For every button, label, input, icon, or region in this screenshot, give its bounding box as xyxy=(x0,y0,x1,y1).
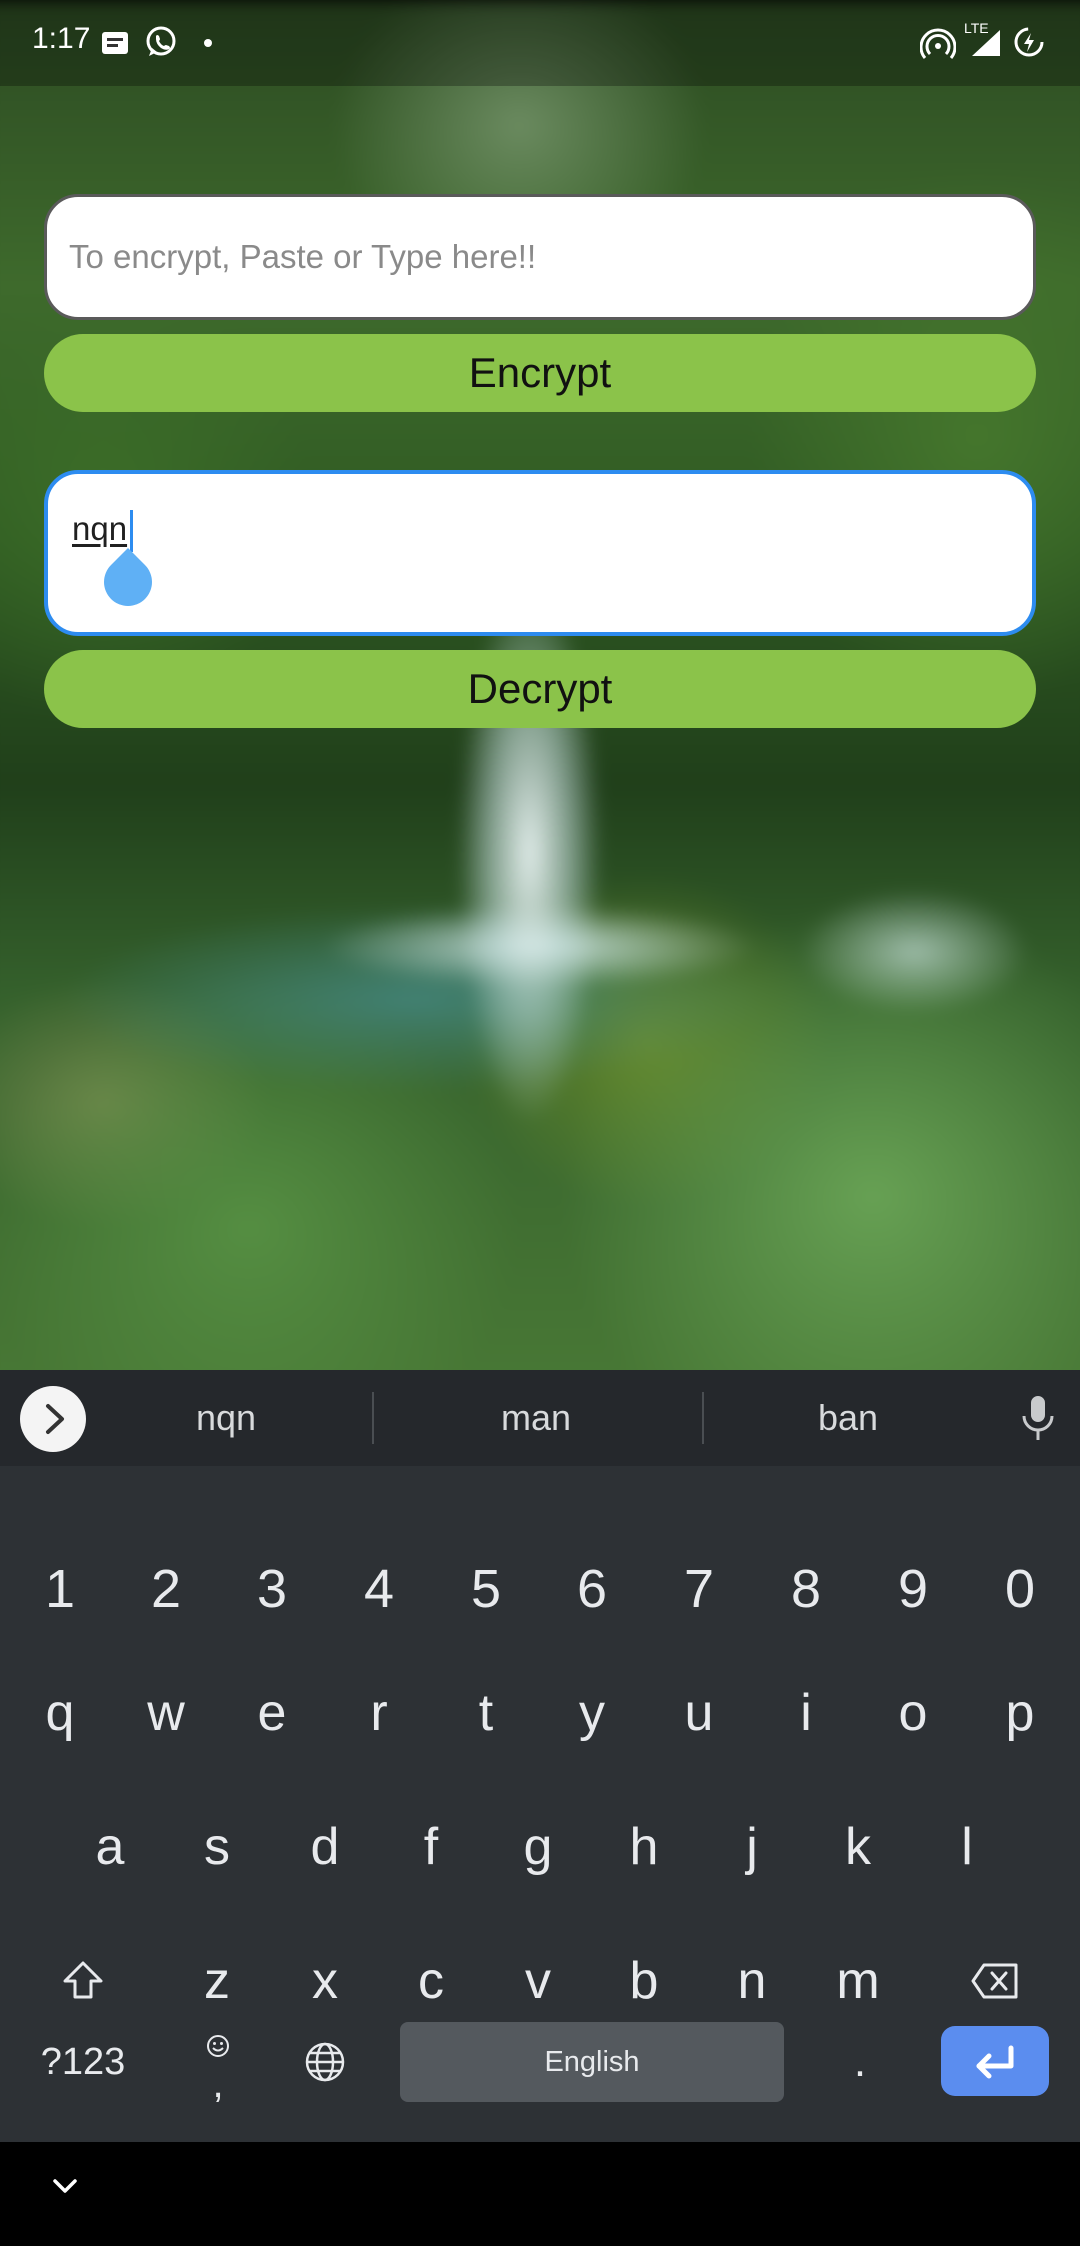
key-0[interactable]: 0 xyxy=(966,1534,1074,1644)
dot-icon xyxy=(202,36,214,54)
key-d[interactable]: d xyxy=(271,1792,379,1902)
backspace-icon xyxy=(971,1963,1018,1999)
text-cursor xyxy=(130,510,133,552)
key-t[interactable]: t xyxy=(432,1658,540,1768)
microphone-icon[interactable] xyxy=(1020,1394,1056,1447)
symbols-key[interactable]: ?123 xyxy=(20,2007,146,2117)
key-s[interactable]: s xyxy=(163,1792,271,1902)
soft-keyboard: nqn man ban 1 2 3 4 5 6 7 8 9 0 q w e r … xyxy=(0,1370,1080,2142)
suggestion-3[interactable]: ban xyxy=(698,1370,998,1466)
suggestion-divider xyxy=(372,1392,374,1444)
globe-icon xyxy=(305,2042,345,2082)
key-h[interactable]: h xyxy=(590,1792,698,1902)
key-5[interactable]: 5 xyxy=(432,1534,540,1644)
suggestion-1[interactable]: nqn xyxy=(76,1370,376,1466)
hide-keyboard-icon[interactable] xyxy=(50,2176,80,2201)
key-w[interactable]: w xyxy=(112,1658,220,1768)
key-a[interactable]: a xyxy=(56,1792,164,1902)
key-e[interactable]: e xyxy=(218,1658,326,1768)
space-key[interactable]: English xyxy=(400,2022,784,2102)
key-3[interactable]: 3 xyxy=(218,1534,326,1644)
encrypt-input[interactable] xyxy=(69,197,1009,317)
comma-label: , xyxy=(212,2062,224,2106)
encrypt-input-field[interactable] xyxy=(44,194,1036,320)
message-icon xyxy=(100,28,130,63)
key-k[interactable]: k xyxy=(804,1792,912,1902)
backspace-key[interactable] xyxy=(940,1926,1050,2036)
key-j[interactable]: j xyxy=(698,1792,806,1902)
hotspot-icon xyxy=(919,26,957,67)
encrypt-button[interactable]: Encrypt xyxy=(44,334,1036,412)
emoji-comma-key[interactable]: , xyxy=(178,2007,258,2117)
key-r[interactable]: r xyxy=(325,1658,433,1768)
key-c[interactable]: c xyxy=(377,1926,485,2036)
status-bar: 1:17 LTE xyxy=(0,0,1080,86)
language-key[interactable] xyxy=(280,2007,370,2117)
key-i[interactable]: i xyxy=(752,1658,860,1768)
decrypt-input-value[interactable]: nqn xyxy=(72,510,127,548)
whatsapp-icon xyxy=(144,25,178,64)
key-g[interactable]: g xyxy=(484,1792,592,1902)
key-2[interactable]: 2 xyxy=(112,1534,220,1644)
key-7[interactable]: 7 xyxy=(645,1534,753,1644)
key-y[interactable]: y xyxy=(538,1658,646,1768)
key-p[interactable]: p xyxy=(966,1658,1074,1768)
suggestion-2[interactable]: man xyxy=(386,1370,686,1466)
key-1[interactable]: 1 xyxy=(6,1534,114,1644)
key-l[interactable]: l xyxy=(913,1792,1021,1902)
decrypt-input-field[interactable]: nqn xyxy=(44,470,1036,636)
key-8[interactable]: 8 xyxy=(752,1534,860,1644)
key-n[interactable]: n xyxy=(698,1926,806,2036)
key-9[interactable]: 9 xyxy=(859,1534,967,1644)
suggestion-strip: nqn man ban xyxy=(0,1370,1080,1466)
key-q[interactable]: q xyxy=(6,1658,114,1768)
key-o[interactable]: o xyxy=(859,1658,967,1768)
enter-icon xyxy=(976,2045,1014,2079)
status-time: 1:17 xyxy=(32,22,91,55)
key-6[interactable]: 6 xyxy=(538,1534,646,1644)
shift-icon xyxy=(63,1961,103,1999)
period-key[interactable]: . xyxy=(810,2007,910,2117)
cursor-handle[interactable] xyxy=(94,548,162,616)
decrypt-button[interactable]: Decrypt xyxy=(44,650,1036,728)
signal-icon xyxy=(970,28,1002,63)
key-u[interactable]: u xyxy=(645,1658,753,1768)
navigation-bar xyxy=(0,2142,1080,2246)
key-f[interactable]: f xyxy=(377,1792,485,1902)
battery-charging-icon xyxy=(1012,25,1046,64)
key-v[interactable]: v xyxy=(484,1926,592,2036)
key-4[interactable]: 4 xyxy=(325,1534,433,1644)
key-b[interactable]: b xyxy=(590,1926,698,2036)
enter-key[interactable] xyxy=(941,2026,1049,2096)
